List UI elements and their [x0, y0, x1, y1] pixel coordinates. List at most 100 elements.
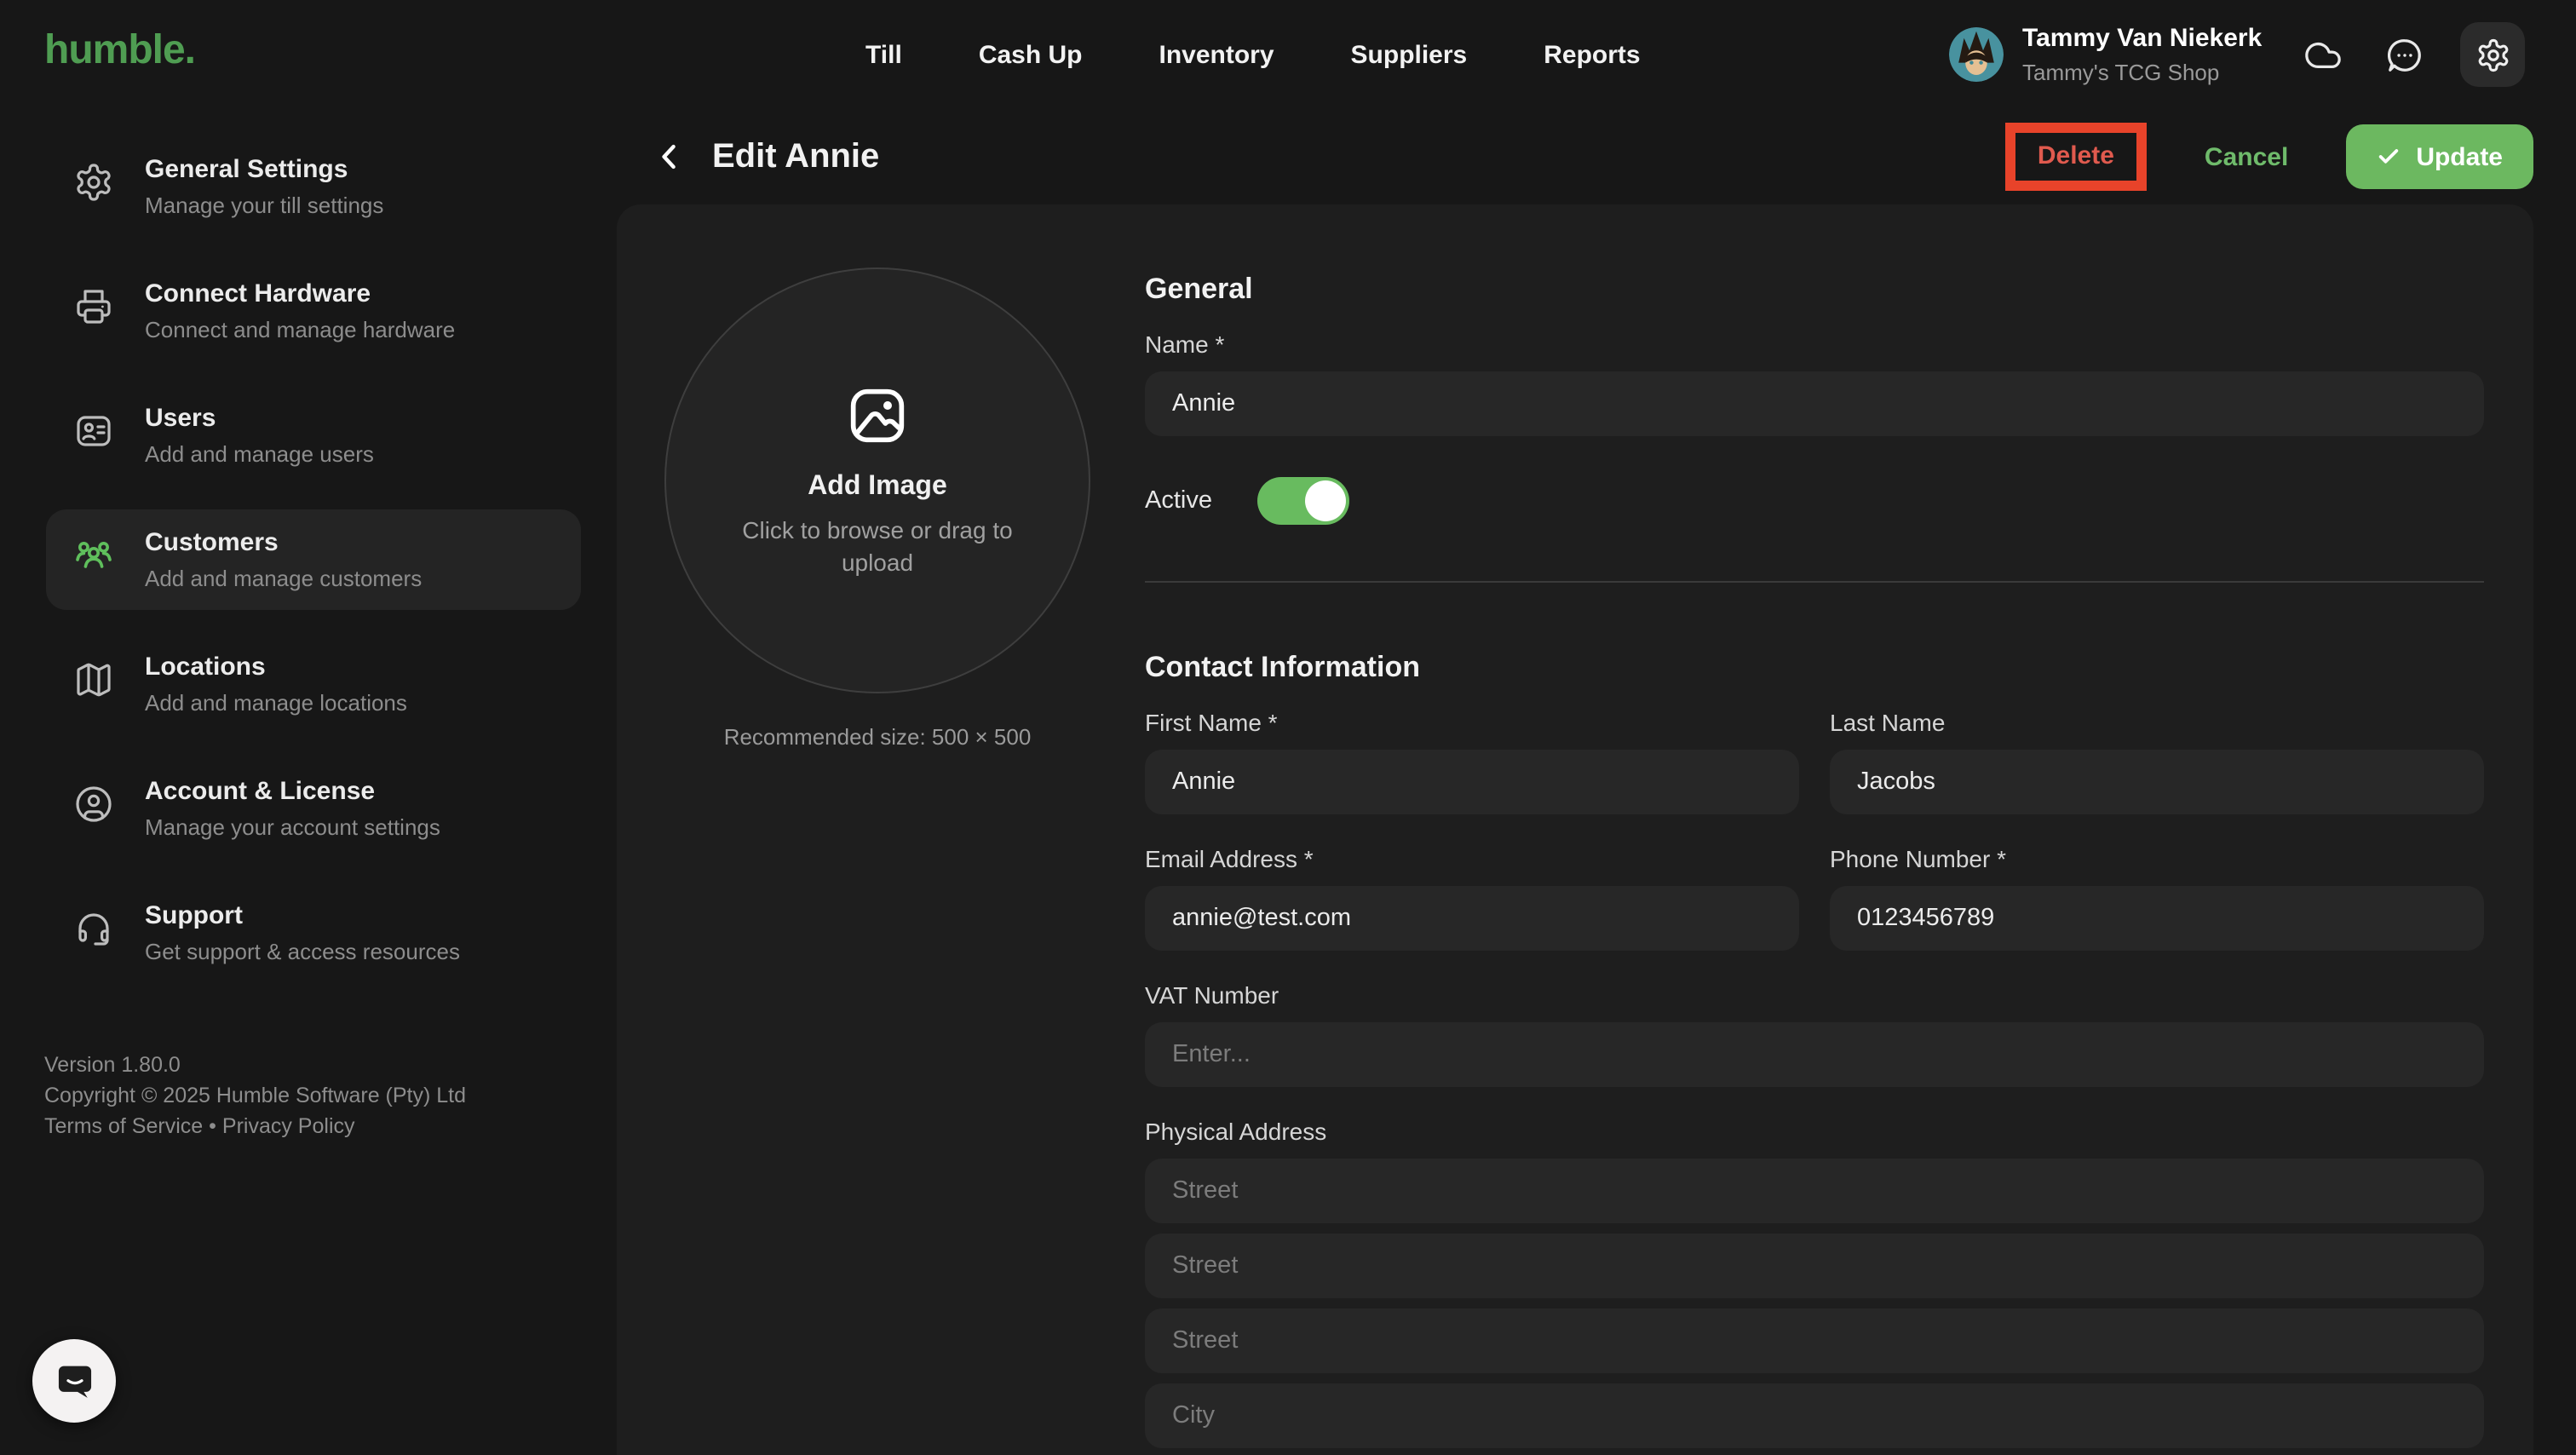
contact-section-heading: Contact Information: [1145, 651, 2484, 685]
image-icon: [843, 382, 911, 450]
physical-address-field: Physical Address: [1145, 1118, 2484, 1448]
delete-button[interactable]: Delete: [2038, 141, 2114, 170]
email-input[interactable]: [1145, 886, 1799, 951]
chevron-left-icon: [651, 138, 692, 175]
update-button[interactable]: Update: [2346, 124, 2533, 189]
update-label: Update: [2416, 142, 2503, 171]
phone-field: Phone Number *: [1830, 845, 2484, 951]
active-toggle[interactable]: [1256, 477, 1348, 525]
settings-sidebar: General Settings Manage your till settin…: [0, 109, 617, 1455]
main-content: Edit Annie Delete Cancel Update: [617, 109, 2576, 1455]
sidebar-item-subtitle: Get support & access resources: [145, 939, 460, 966]
first-name-label: First Name *: [1145, 709, 1799, 736]
settings-button[interactable]: [2460, 22, 2525, 87]
back-button[interactable]: [651, 136, 692, 177]
city-input[interactable]: [1145, 1383, 2484, 1448]
sidebar-item-subtitle: Manage your till settings: [145, 193, 383, 220]
sidebar-item-title: Support: [145, 900, 460, 932]
terms-link[interactable]: Terms of Service: [44, 1114, 203, 1138]
chat-icon[interactable]: [2385, 36, 2424, 75]
sidebar-item-account-license[interactable]: Account & License Manage your account se…: [46, 758, 581, 859]
gear-icon: [2475, 37, 2510, 72]
nav-suppliers[interactable]: Suppliers: [1351, 40, 1468, 69]
version-text: Version 1.80.0: [44, 1050, 466, 1080]
upload-subtitle: Click to browse or drag to upload: [716, 515, 1039, 579]
sidebar-item-title: Connect Hardware: [145, 278, 455, 310]
sidebar-item-title: Locations: [145, 651, 407, 683]
sidebar-item-text: General Settings Manage your till settin…: [145, 153, 383, 220]
active-label: Active: [1145, 487, 1212, 515]
sidebar-item-title: Users: [145, 402, 374, 434]
sidebar-item-support[interactable]: Support Get support & access resources: [46, 883, 581, 983]
sidebar-item-users[interactable]: Users Add and manage users: [46, 385, 581, 486]
page-title: Edit Annie: [712, 137, 879, 176]
nav-reports[interactable]: Reports: [1544, 40, 1640, 69]
humble-logo: humble.: [44, 27, 195, 75]
sidebar-item-subtitle: Manage your account settings: [145, 814, 440, 842]
avatar[interactable]: [1949, 27, 2004, 82]
cloud-icon[interactable]: [2303, 36, 2343, 75]
vat-label: VAT Number: [1145, 981, 2484, 1009]
phone-label: Phone Number *: [1830, 845, 2484, 872]
sidebar-item-title: Customers: [145, 526, 422, 559]
intercom-launcher-button[interactable]: [32, 1339, 116, 1423]
page-header: Edit Annie Delete Cancel Update: [617, 109, 2576, 204]
sidebar-item-subtitle: Add and manage locations: [145, 690, 407, 717]
gear-icon: [73, 162, 114, 203]
bullet: •: [209, 1114, 216, 1138]
contact-grid: First Name * Last Name Email Address * P…: [1145, 709, 2484, 951]
user-shop: Tammy's TCG Shop: [2022, 58, 2262, 89]
street-input-1[interactable]: [1145, 1159, 2484, 1223]
sidebar-item-text: Customers Add and manage customers: [145, 526, 422, 593]
nav-till[interactable]: Till: [865, 40, 902, 69]
sidebar-item-connect-hardware[interactable]: Connect Hardware Connect and manage hard…: [46, 261, 581, 361]
section-divider: [1145, 581, 2484, 583]
headset-icon: [73, 908, 114, 949]
last-name-label: Last Name: [1830, 709, 2484, 736]
sidebar-item-title: Account & License: [145, 775, 440, 808]
image-upload-dropzone[interactable]: Add Image Click to browse or drag to upl…: [664, 267, 1090, 693]
privacy-link[interactable]: Privacy Policy: [222, 1114, 355, 1138]
users-group-icon: [73, 535, 114, 576]
last-name-field: Last Name: [1830, 709, 2484, 814]
general-section-heading: General: [1145, 273, 2484, 307]
vat-input[interactable]: [1145, 1022, 2484, 1087]
sidebar-item-text: Connect Hardware Connect and manage hard…: [145, 278, 455, 344]
phone-input[interactable]: [1830, 886, 2484, 951]
name-label: Name *: [1145, 331, 2484, 358]
nav-inventory[interactable]: Inventory: [1159, 40, 1274, 69]
active-row: Active: [1145, 477, 2484, 525]
upload-hint: Recommended size: 500 × 500: [664, 724, 1090, 750]
first-name-input[interactable]: [1145, 750, 1799, 814]
map-icon: [73, 659, 114, 700]
sidebar-item-subtitle: Add and manage customers: [145, 566, 422, 593]
sidebar-item-text: Locations Add and manage locations: [145, 651, 407, 717]
cancel-button[interactable]: Cancel: [2205, 142, 2288, 171]
screen: humble. Till Cash Up Inventory Suppliers…: [0, 0, 2576, 1455]
nav-cash-up[interactable]: Cash Up: [979, 40, 1083, 69]
last-name-input[interactable]: [1830, 750, 2484, 814]
sidebar-item-subtitle: Add and manage users: [145, 441, 374, 469]
sidebar-item-title: General Settings: [145, 153, 383, 186]
email-field: Email Address *: [1145, 845, 1799, 951]
name-input[interactable]: [1145, 371, 2484, 436]
street-input-3[interactable]: [1145, 1308, 2484, 1373]
user-info[interactable]: Tammy Van Niekerk Tammy's TCG Shop: [2022, 24, 2262, 89]
sidebar-item-text: Users Add and manage users: [145, 402, 374, 469]
sidebar-item-customers[interactable]: Customers Add and manage customers: [46, 509, 581, 610]
vat-field: VAT Number: [1145, 981, 2484, 1087]
user-circle-icon: [73, 784, 114, 825]
sidebar-footer: Version 1.80.0 Copyright © 2025 Humble S…: [44, 1050, 466, 1142]
intercom-chat-icon: [52, 1359, 96, 1403]
check-icon: [2377, 145, 2401, 169]
top-bar: humble. Till Cash Up Inventory Suppliers…: [0, 0, 2576, 109]
first-name-field: First Name *: [1145, 709, 1799, 814]
street-input-2[interactable]: [1145, 1234, 2484, 1298]
id-card-icon: [73, 411, 114, 451]
user-name: Tammy Van Niekerk: [2022, 24, 2262, 55]
sidebar-item-general-settings[interactable]: General Settings Manage your till settin…: [46, 136, 581, 237]
sidebar-item-locations[interactable]: Locations Add and manage locations: [46, 634, 581, 734]
main-nav: Till Cash Up Inventory Suppliers Reports: [865, 0, 1641, 109]
upload-title: Add Image: [808, 472, 947, 503]
app-window: humble. Till Cash Up Inventory Suppliers…: [0, 0, 2576, 1455]
